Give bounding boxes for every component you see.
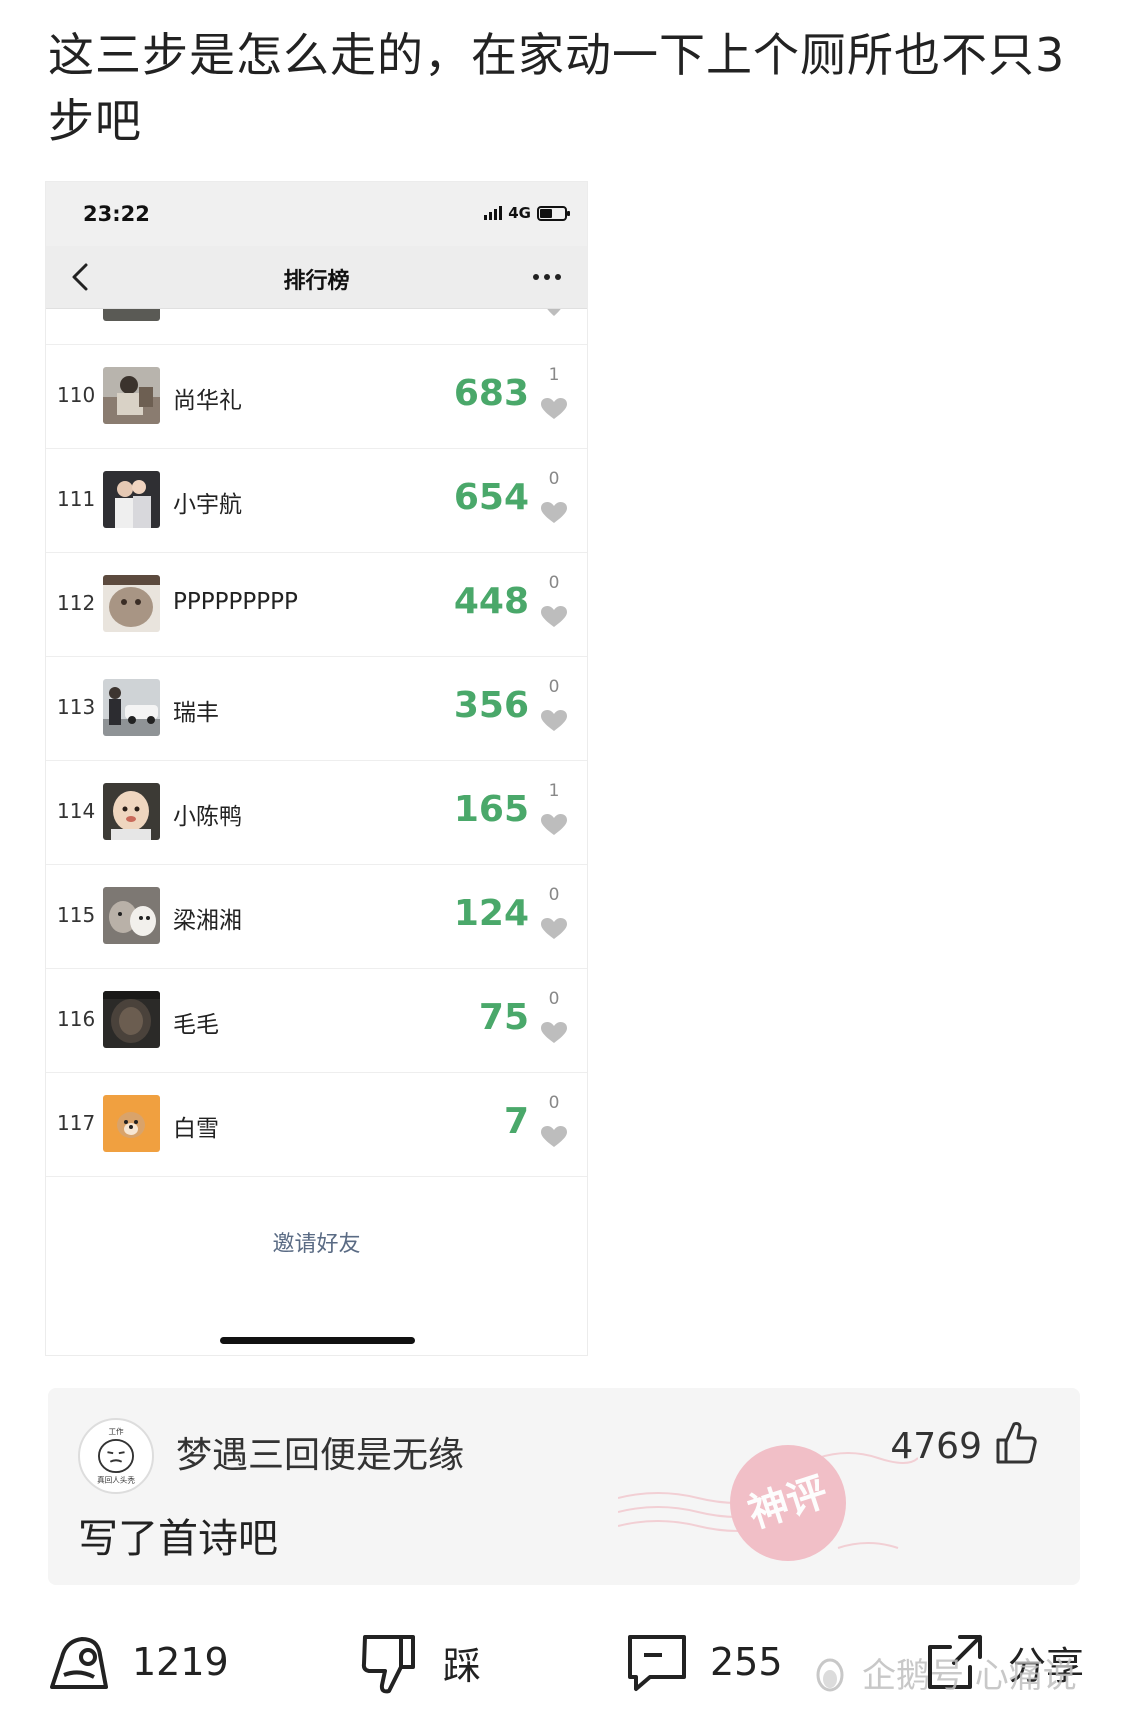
username: PPPPPPPPP [173, 589, 298, 615]
step-count: 7 [503, 1101, 529, 1142]
leaderboard-row[interactable]: 115 梁湘湘 124 0 [46, 865, 587, 969]
username: 瑞丰 [173, 700, 219, 726]
step-count: 165 [453, 789, 529, 830]
heart-icon[interactable] [541, 606, 567, 628]
partial-row [46, 299, 587, 345]
leaderboard-row[interactable]: 113 瑞丰 356 0 [46, 657, 587, 761]
username: 毛毛 [173, 1012, 219, 1038]
rank-number: 115 [57, 903, 96, 927]
heart-icon[interactable] [541, 918, 567, 940]
dislike-label: 踩 [443, 1643, 482, 1688]
rank-number: 110 [57, 383, 96, 407]
avatar-photo-dog-icon[interactable] [103, 1095, 160, 1152]
avatar-photo-couple-icon[interactable] [103, 471, 160, 528]
like-count: 0 [548, 677, 560, 697]
featured-comment[interactable]: 工作 真回人头秃 梦遇三回便是无缘 神评 4769 写了首诗吧 [48, 1388, 1080, 1585]
avatar-caption-top: 工作 [108, 1426, 124, 1436]
username: 梁湘湘 [173, 908, 242, 934]
step-count: 448 [453, 581, 529, 622]
status-bar: 23:22 4G [46, 182, 587, 246]
avatar-caption-bottom: 真回人头秃 [97, 1475, 135, 1485]
rank-number: 112 [57, 591, 96, 615]
post-title: 这三步是怎么走的，在家动一下上个厕所也不只3步吧 [48, 28, 1066, 148]
avatar-photo-dark-icon[interactable] [103, 991, 160, 1048]
step-count: 124 [453, 893, 529, 934]
avatar-photo-man-icon[interactable] [103, 367, 160, 424]
username: 小陈鸭 [173, 804, 242, 830]
screenshot-image[interactable]: 23:22 4G 排行榜 110 尚华礼 683 1 111 小宇航 654 0… [45, 181, 588, 1356]
signal-icon [484, 206, 503, 220]
status-time: 23:22 [83, 202, 150, 226]
like-count: 1 [548, 365, 560, 385]
like-count: 0 [548, 989, 560, 1009]
comment-like-count: 4769 [890, 1426, 982, 1467]
penguin-logo-icon [816, 1658, 844, 1691]
avatar[interactable]: 工作 真回人头秃 [78, 1418, 154, 1494]
heart-icon[interactable] [541, 398, 567, 420]
like-count: 0 [548, 885, 560, 905]
username: 小宇航 [173, 492, 242, 518]
heart-icon[interactable] [541, 710, 567, 732]
leaderboard-list: 110 尚华礼 683 1 111 小宇航 654 0 112 PPPPPPPP… [46, 299, 587, 1177]
like-count: 1 [548, 781, 560, 801]
dislike-button[interactable]: 踩 [355, 1622, 481, 1702]
heart-icon[interactable] [541, 502, 567, 524]
more-icon[interactable] [531, 268, 563, 286]
avatar-photo-baby-icon[interactable] [103, 783, 160, 840]
heart-icon[interactable] [541, 1022, 567, 1044]
comment-text: 写了首诗吧 [78, 1516, 278, 1562]
avatar-photo-cat-icon[interactable] [103, 575, 160, 632]
rank-number: 117 [57, 1111, 96, 1135]
like-count: 0 [548, 1093, 560, 1113]
like-count: 0 [548, 469, 560, 489]
rank-number: 114 [57, 799, 96, 823]
home-indicator [220, 1337, 415, 1344]
avatar-photo-dogs-icon[interactable] [103, 887, 160, 944]
nav-title: 排行榜 [283, 269, 350, 294]
praise-icon [50, 1637, 108, 1689]
heart-icon[interactable] [541, 1126, 567, 1148]
comment-count: 255 [710, 1640, 783, 1684]
praise-button[interactable]: 1219 [44, 1622, 229, 1702]
step-count: 75 [478, 997, 529, 1038]
nav-bar: 排行榜 [46, 246, 587, 309]
comment-button[interactable]: 255 [622, 1622, 783, 1702]
step-count: 654 [453, 477, 529, 518]
watermark: 企鹅号 心痛说 [810, 1648, 1077, 1697]
comment-username[interactable]: 梦遇三回便是无缘 [176, 1426, 464, 1478]
thumbs-up-icon[interactable] [994, 1420, 1038, 1466]
praise-count: 1219 [132, 1640, 229, 1684]
step-count: 356 [453, 685, 529, 726]
leaderboard-row[interactable]: 111 小宇航 654 0 [46, 449, 587, 553]
leaderboard-row[interactable]: 116 毛毛 75 0 [46, 969, 587, 1073]
step-count: 683 [453, 373, 529, 414]
leaderboard-row[interactable]: 114 小陈鸭 165 1 [46, 761, 587, 865]
username: 尚华礼 [173, 388, 242, 414]
rank-number: 113 [57, 695, 96, 719]
like-count: 0 [548, 573, 560, 593]
rank-number: 111 [57, 487, 96, 511]
battery-icon [537, 205, 570, 221]
hot-comment-stamp-icon: 神评 [618, 1445, 918, 1561]
leaderboard-row[interactable]: 112 PPPPPPPPP 448 0 [46, 553, 587, 657]
rank-number: 116 [57, 1007, 96, 1031]
avatar-photo-car-icon[interactable] [103, 679, 160, 736]
leaderboard-row[interactable]: 117 白雪 7 0 [46, 1073, 587, 1177]
thumbs-down-icon [361, 1635, 415, 1694]
watermark-text: 企鹅号 心痛说 [862, 1656, 1077, 1696]
comment-icon [628, 1635, 686, 1691]
invite-friends-link[interactable]: 邀请好友 [46, 1226, 587, 1258]
heart-icon[interactable] [541, 814, 567, 836]
username: 白雪 [173, 1116, 219, 1142]
network-label: 4G [508, 204, 531, 222]
leaderboard-row[interactable]: 110 尚华礼 683 1 [46, 345, 587, 449]
